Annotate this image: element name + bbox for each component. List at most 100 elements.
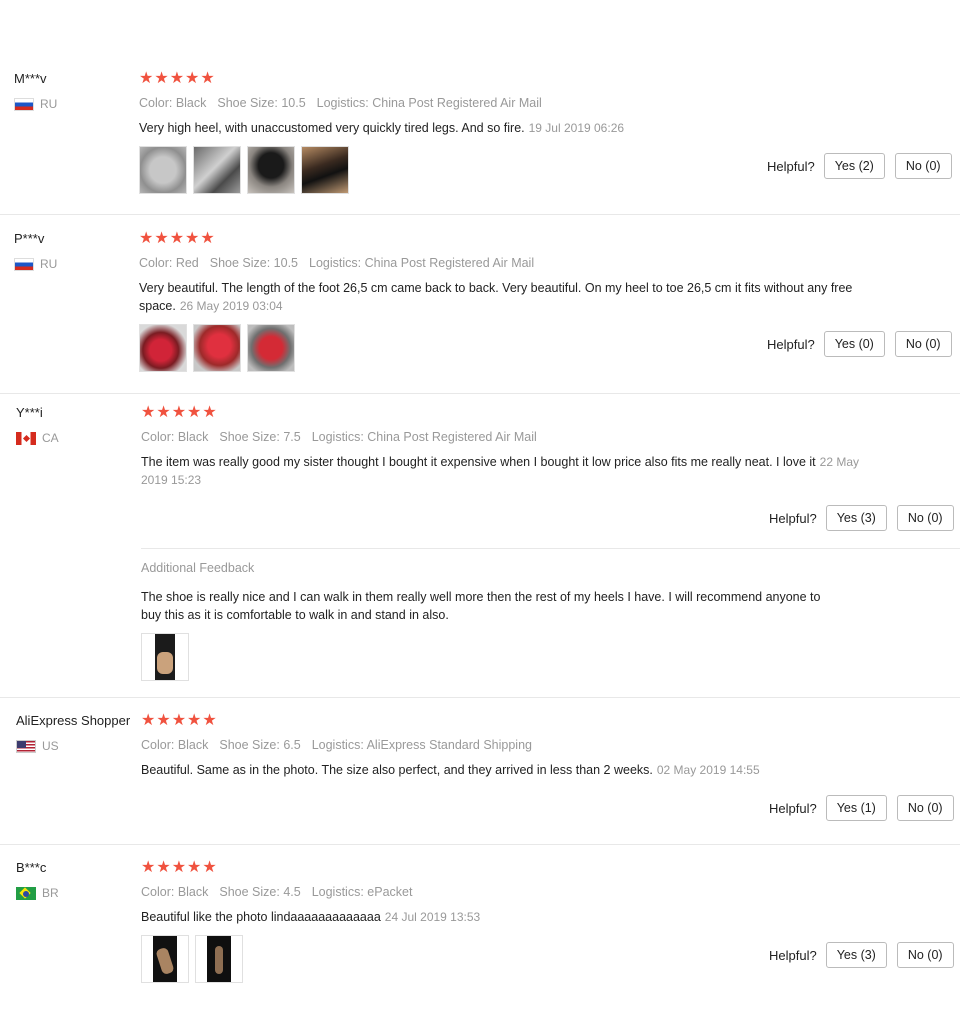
brazil-flag-icon xyxy=(16,886,36,900)
reviewer-name: Y***i xyxy=(16,405,43,420)
review-photo[interactable] xyxy=(247,324,295,372)
review-date: 19 Jul 2019 06:26 xyxy=(528,121,625,135)
review-attributes: Color: Black Shoe Size: 4.5 Logistics: ePa… xyxy=(141,885,423,899)
review-attributes: Color: Black Shoe Size: 7.5 Logistics: Chi… xyxy=(141,430,548,444)
review-photos xyxy=(139,146,349,194)
attr-color: Color: Black xyxy=(141,738,209,752)
vote-yes-button[interactable]: Yes (3) xyxy=(825,505,887,531)
additional-feedback-text: The shoe is really nice and I can walk i… xyxy=(141,590,821,622)
review-photo[interactable] xyxy=(141,935,189,983)
helpful-vote: Helpful? Yes (3) No (0) xyxy=(769,942,954,968)
vote-no-button[interactable]: No (0) xyxy=(896,795,954,821)
attr-size: Shoe Size: 10.5 xyxy=(209,256,299,270)
additional-feedback-title: Additional Feedback xyxy=(141,561,255,575)
attr-color: Color: Red xyxy=(139,256,199,270)
attr-size: Shoe Size: 7.5 xyxy=(219,430,301,444)
review-date: 02 May 2019 14:55 xyxy=(656,763,760,777)
review-photo[interactable] xyxy=(301,146,349,194)
star-rating: ★★★★★ xyxy=(141,712,218,729)
review-photo[interactable] xyxy=(139,324,187,372)
attr-color: Color: Black xyxy=(139,96,207,110)
star-rating: ★★★★★ xyxy=(139,70,216,87)
review-date: 24 Jul 2019 13:53 xyxy=(384,910,481,924)
review-photos xyxy=(141,633,189,681)
country-code: CA xyxy=(42,431,59,445)
reviewer-name: B***c xyxy=(16,860,47,875)
helpful-vote: Helpful? Yes (0) No (0) xyxy=(767,331,952,357)
country-code: US xyxy=(42,739,59,753)
review-photo[interactable] xyxy=(141,633,189,681)
helpful-label: Helpful? xyxy=(767,158,815,174)
divider xyxy=(0,393,960,394)
divider xyxy=(0,697,960,698)
attr-logistics: Logistics: China Post Registered Air Mai… xyxy=(316,96,542,110)
review-body: The item was really good my sister thoug… xyxy=(141,455,816,469)
review-text: Beautiful. Same as in the photo. The siz… xyxy=(141,761,901,779)
star-rating: ★★★★★ xyxy=(141,404,218,421)
reviewer-country: RU xyxy=(14,97,57,111)
review-text: Very beautiful. The length of the foot 2… xyxy=(139,279,859,315)
attr-color: Color: Black xyxy=(141,885,209,899)
vote-no-button[interactable]: No (0) xyxy=(896,942,954,968)
attr-size: Shoe Size: 4.5 xyxy=(219,885,301,899)
reviewer-name: AliExpress Shopper xyxy=(16,713,131,728)
helpful-label: Helpful? xyxy=(769,510,817,526)
reviewer-country: CA xyxy=(16,431,59,445)
attr-size: Shoe Size: 10.5 xyxy=(217,96,306,110)
review-body: Very high heel, with unaccustomed very q… xyxy=(139,121,525,135)
feedback-list: M***v RU ★★★★★ Color: Black Shoe Size: 10… xyxy=(0,0,964,1017)
attr-size: Shoe Size: 6.5 xyxy=(219,738,301,752)
review-photo[interactable] xyxy=(247,146,295,194)
helpful-label: Helpful? xyxy=(767,336,815,352)
usa-flag-icon xyxy=(16,739,36,753)
attr-logistics: Logistics: AliExpress Standard Shipping xyxy=(311,738,532,752)
divider xyxy=(0,214,960,215)
review-text: The item was really good my sister thoug… xyxy=(141,453,861,489)
helpful-vote: Helpful? Yes (2) No (0) xyxy=(767,153,952,179)
attr-color: Color: Black xyxy=(141,430,209,444)
vote-yes-button[interactable]: Yes (3) xyxy=(825,942,887,968)
review-photo[interactable] xyxy=(193,324,241,372)
vote-yes-button[interactable]: Yes (1) xyxy=(825,795,887,821)
russia-flag-icon xyxy=(14,257,34,271)
vote-no-button[interactable]: No (0) xyxy=(896,505,954,531)
russia-flag-icon xyxy=(14,97,34,111)
reviewer-country: RU xyxy=(14,257,57,271)
review-photos xyxy=(141,935,243,983)
helpful-vote: Helpful? Yes (3) No (0) xyxy=(769,505,954,531)
canada-flag-icon xyxy=(16,431,36,445)
country-code: RU xyxy=(40,97,58,111)
attr-logistics: Logistics: ePacket xyxy=(311,885,413,899)
attr-logistics: Logistics: China Post Registered Air Mai… xyxy=(311,430,537,444)
review-attributes: Color: Black Shoe Size: 10.5 Logistics: Ch… xyxy=(139,96,553,110)
country-code: BR xyxy=(42,886,59,900)
reviewer-name: P***v xyxy=(14,231,45,246)
helpful-label: Helpful? xyxy=(769,947,817,963)
attr-logistics: Logistics: China Post Registered Air Mai… xyxy=(309,256,535,270)
vote-no-button[interactable]: No (0) xyxy=(894,331,952,357)
review-body: Beautiful like the photo lindaaaaaaaaaaa… xyxy=(141,910,381,924)
vote-yes-button[interactable]: Yes (0) xyxy=(823,331,885,357)
review-photo[interactable] xyxy=(139,146,187,194)
divider xyxy=(141,548,960,549)
country-code: RU xyxy=(40,257,58,271)
divider xyxy=(0,844,960,845)
review-text: Very high heel, with unaccustomed very q… xyxy=(139,119,859,137)
star-rating: ★★★★★ xyxy=(141,859,218,876)
helpful-vote: Helpful? Yes (1) No (0) xyxy=(769,795,954,821)
review-photos xyxy=(139,324,295,372)
review-attributes: Color: Red Shoe Size: 10.5 Logistics: Chin… xyxy=(139,256,545,270)
review-photo[interactable] xyxy=(193,146,241,194)
review-date: 26 May 2019 03:04 xyxy=(179,299,283,313)
review-text: Beautiful like the photo lindaaaaaaaaaaa… xyxy=(141,908,861,926)
vote-no-button[interactable]: No (0) xyxy=(894,153,952,179)
reviewer-name: M***v xyxy=(14,71,47,86)
helpful-label: Helpful? xyxy=(769,800,817,816)
review-attributes: Color: Black Shoe Size: 6.5 Logistics: Ali… xyxy=(141,738,543,752)
vote-yes-button[interactable]: Yes (2) xyxy=(823,153,885,179)
reviewer-country: BR xyxy=(16,886,59,900)
reviewer-country: US xyxy=(16,739,59,753)
star-rating: ★★★★★ xyxy=(139,230,216,247)
review-photo[interactable] xyxy=(195,935,243,983)
review-body: Beautiful. Same as in the photo. The siz… xyxy=(141,763,653,777)
